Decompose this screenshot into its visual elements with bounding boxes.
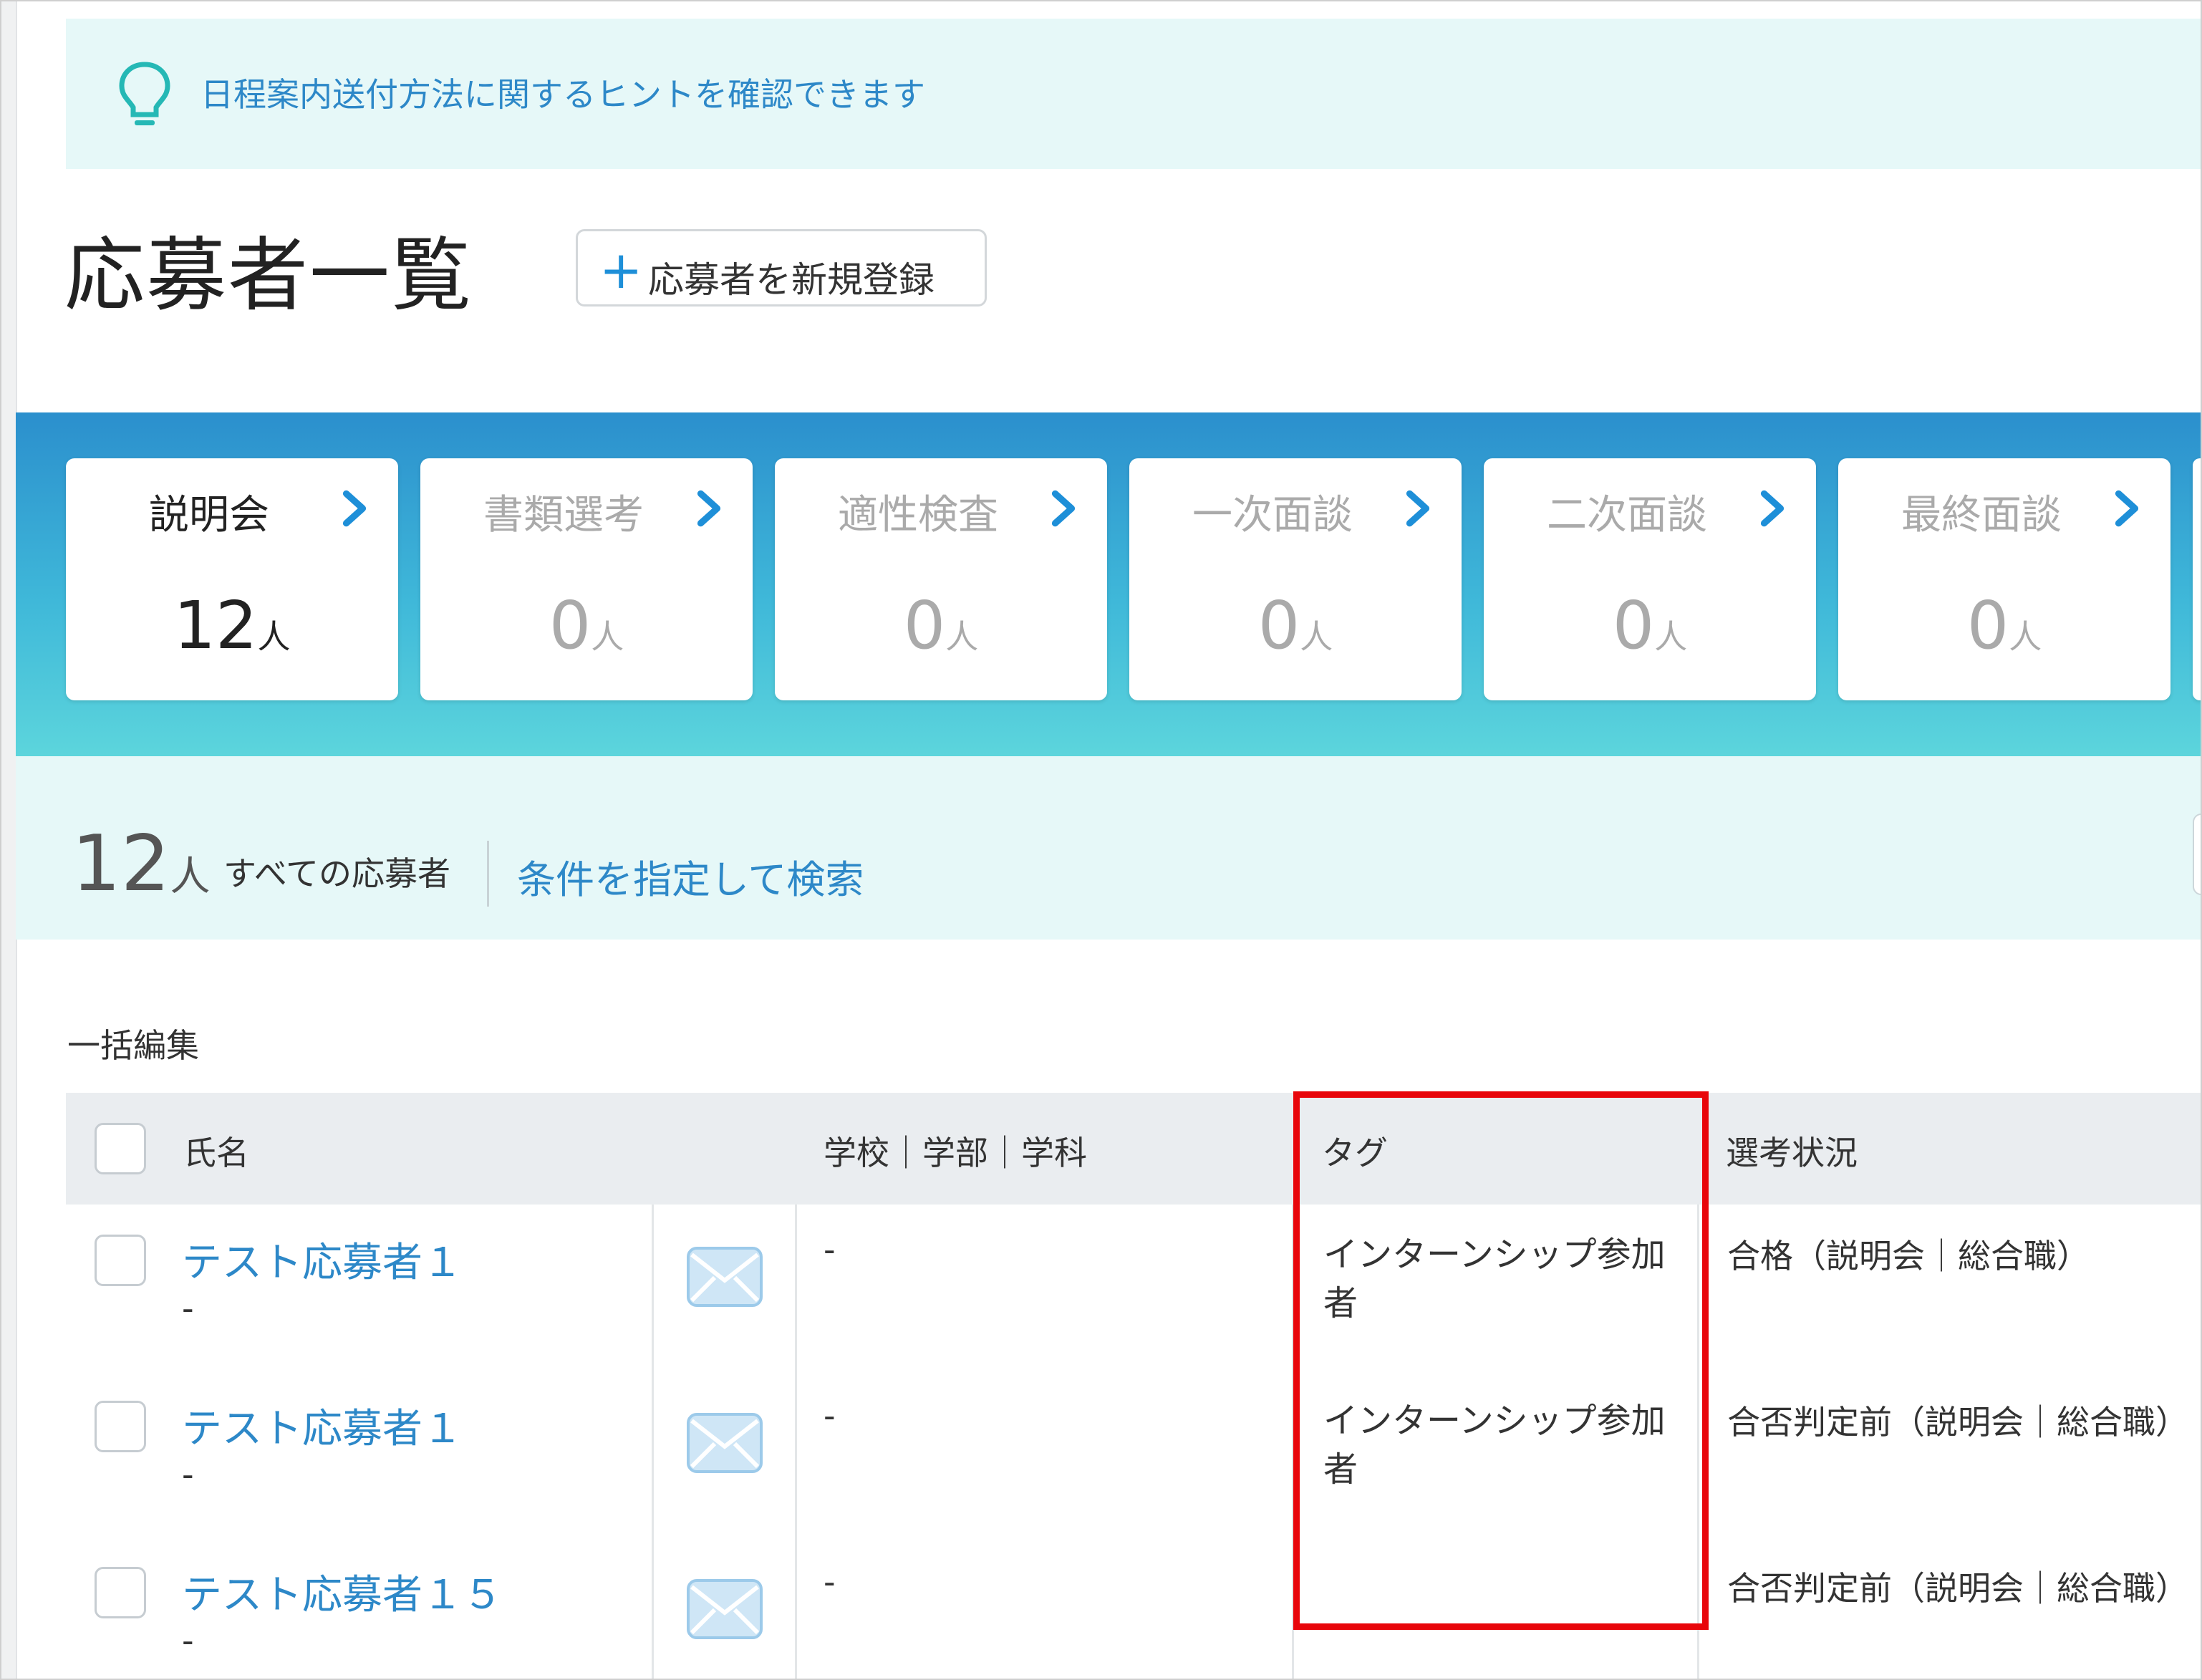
stage-card[interactable]: 一次面談 0人	[1129, 458, 1462, 700]
scroll-handle[interactable]	[2193, 814, 2201, 895]
mail-icon[interactable]	[686, 1578, 763, 1640]
tag-value: インターンシップ参加者	[1323, 1401, 1666, 1490]
stage-name: 適性検査	[838, 492, 998, 539]
stage-count: 12人	[173, 587, 291, 664]
status-value: 合格（説明会｜総合職）	[1727, 1237, 2090, 1275]
table-row: テスト応募者１５- - 合否判定前（説明会｜総合職）	[66, 1537, 2201, 1679]
applicant-sub: -	[182, 1289, 194, 1328]
bulk-edit-link[interactable]: 一括編集	[67, 1020, 199, 1067]
school-value: -	[824, 1230, 836, 1269]
stage-card[interactable]: 説明会 12人	[66, 458, 398, 700]
left-gutter	[1, 1, 17, 1679]
total-count: 12人	[72, 819, 211, 909]
school-value: -	[824, 1396, 836, 1435]
stage-name: 一次面談	[1192, 492, 1353, 539]
stage-count: 0人	[549, 587, 624, 664]
chevron-right-icon	[1760, 490, 1785, 527]
stage-count: 0人	[1612, 587, 1688, 664]
chevron-right-icon	[1051, 490, 1076, 527]
applicant-name-link[interactable]: テスト応募者１５	[182, 1563, 503, 1621]
column-divider	[795, 1205, 797, 1679]
chevron-right-icon	[2115, 490, 2139, 527]
status-value: 合否判定前（説明会｜総合職）	[1727, 1403, 2188, 1442]
mail-icon[interactable]	[686, 1412, 763, 1474]
add-applicant-button[interactable]: + 応募者を新規登録	[576, 229, 987, 306]
row-checkbox[interactable]	[95, 1235, 146, 1286]
stage-name: 書類選考	[483, 492, 644, 539]
stage-count: 0人	[1257, 587, 1333, 664]
applicant-name-link[interactable]: テスト応募者１	[182, 1396, 463, 1454]
hint-banner[interactable]: 日程案内送付方法に関するヒントを確認できます	[66, 19, 2201, 169]
stage-card[interactable]: 書類選考 0人	[420, 458, 753, 700]
applicant-name-link[interactable]: テスト応募者１	[182, 1230, 463, 1288]
table-row: テスト応募者１- - インターンシップ参加者 合格（説明会｜総合職）	[66, 1205, 2201, 1372]
all-applicants-label: すべての応募者	[223, 854, 450, 893]
status-value: 合否判定前（説明会｜総合職）	[1727, 1569, 2188, 1608]
column-school[interactable]: 学校｜学部｜学科	[824, 1127, 1087, 1174]
stage-count: 0人	[903, 587, 979, 664]
divider	[487, 841, 489, 907]
column-divider	[1697, 1205, 1699, 1679]
lightbulb-icon	[119, 62, 170, 125]
add-applicant-label: 応募者を新規登録	[648, 259, 935, 301]
chevron-right-icon	[697, 490, 721, 527]
stage-card-next[interactable]	[2193, 458, 2201, 700]
applicants-table: 氏名 学校｜学部｜学科 タグ 選考状況 テスト応募者１- - インターンシップ参加者…	[66, 1093, 2201, 1679]
summary-bar: 12人 すべての応募者 条件を指定して検索	[16, 756, 2201, 940]
column-status[interactable]: 選考状況	[1726, 1127, 1858, 1174]
table-row: テスト応募者１- - インターンシップ参加者 合否判定前（説明会｜総合職）	[66, 1371, 2201, 1538]
stage-name: 二次面談	[1547, 492, 1707, 539]
page-title: 応募者一覧	[64, 229, 473, 322]
column-divider	[1292, 1205, 1294, 1679]
app-frame: 日程案内送付方法に関するヒントを確認できます 応募者一覧 + 応募者を新規登録 …	[0, 0, 2202, 1680]
row-checkbox[interactable]	[95, 1567, 146, 1618]
chevron-right-icon	[342, 490, 367, 527]
stage-count: 0人	[1966, 587, 2042, 664]
stage-card[interactable]: 適性検査 0人	[775, 458, 1107, 700]
table-header: 氏名 学校｜学部｜学科 タグ 選考状況	[66, 1093, 2201, 1205]
select-all-checkbox[interactable]	[95, 1123, 146, 1174]
applicant-sub: -	[182, 1455, 194, 1494]
column-divider	[652, 1205, 654, 1679]
mail-icon[interactable]	[686, 1246, 763, 1308]
stage-name: 説明会	[149, 492, 269, 539]
column-tag[interactable]: タグ	[1322, 1127, 1388, 1174]
tag-value: インターンシップ参加者	[1323, 1235, 1666, 1323]
applicant-sub: -	[182, 1621, 194, 1660]
stage-name: 最終面談	[1901, 492, 2062, 539]
row-checkbox[interactable]	[95, 1401, 146, 1452]
school-value: -	[824, 1563, 836, 1601]
search-conditions-link[interactable]: 条件を指定して検索	[517, 848, 864, 904]
stage-card[interactable]: 最終面談 0人	[1838, 458, 2170, 700]
hint-link[interactable]: 日程案内送付方法に関するヒントを確認できます	[201, 69, 925, 116]
stage-card[interactable]: 二次面談 0人	[1484, 458, 1816, 700]
column-name[interactable]: 氏名	[183, 1127, 249, 1174]
chevron-right-icon	[1406, 490, 1430, 527]
plus-icon: +	[599, 240, 643, 300]
